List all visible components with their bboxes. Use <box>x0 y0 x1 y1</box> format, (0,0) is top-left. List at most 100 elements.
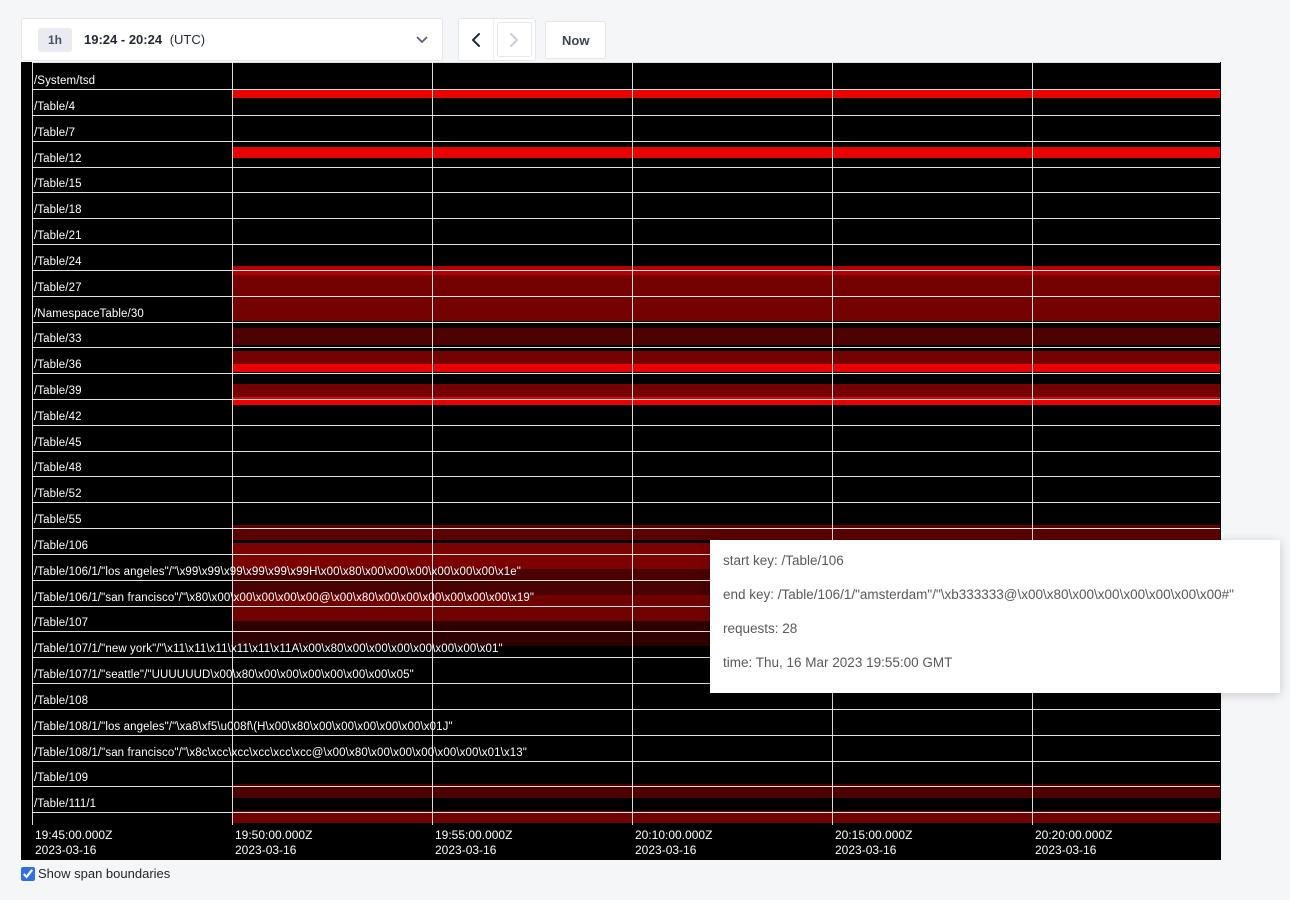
row-label: /Table/108/1/"san francisco"/"\x8c\xcc\x… <box>34 746 527 760</box>
row-label: /Table/55 <box>34 513 82 527</box>
x-axis-time: 19:50:00.000Z <box>235 828 312 843</box>
time-range-label: 19:24 - 20:24 (UTC) <box>84 32 205 47</box>
row-label: /Table/107 <box>34 616 88 630</box>
row-label: /Table/36 <box>34 358 82 372</box>
row-label: /Table/106 <box>34 539 88 553</box>
span-boundary-line <box>32 786 1220 787</box>
time-gridline <box>232 62 233 825</box>
span-boundary-line <box>32 347 1220 348</box>
span-boundary-line <box>32 373 1220 374</box>
heat-band <box>232 328 1220 345</box>
row-label: /Table/24 <box>34 255 82 269</box>
row-label: /Table/42 <box>34 410 82 424</box>
x-axis-date: 2023-03-16 <box>635 843 712 858</box>
span-boundary-line <box>32 89 1220 90</box>
x-axis-date: 2023-03-16 <box>835 843 912 858</box>
span-boundary-line <box>32 451 1220 452</box>
span-boundary-line <box>32 502 1220 503</box>
row-label: /System/tsd <box>34 74 95 88</box>
show-span-boundaries-checkbox[interactable] <box>21 867 35 881</box>
row-label: /Table/48 <box>34 461 82 475</box>
time-nav-group <box>458 18 536 61</box>
x-axis-label: 19:45:00.000Z2023-03-16 <box>35 828 112 858</box>
span-boundary-line <box>32 141 1220 142</box>
row-label: /Table/21 <box>34 229 82 243</box>
span-boundary-line <box>32 115 1220 116</box>
x-axis-time: 20:10:00.000Z <box>635 828 712 843</box>
span-boundary-line <box>32 62 1220 63</box>
heat-band <box>232 275 1220 321</box>
footer-controls: Show span boundaries <box>21 866 170 881</box>
tooltip-requests: requests: 28 <box>723 619 1267 639</box>
span-boundary-line <box>32 425 1220 426</box>
heat-band <box>232 89 1220 98</box>
span-boundary-line <box>32 761 1220 762</box>
span-boundary-line <box>32 167 1220 168</box>
row-label: /Table/18 <box>34 203 82 217</box>
time-gridline <box>432 62 433 825</box>
x-axis-time: 20:20:00.000Z <box>1035 828 1112 843</box>
heat-band <box>232 384 1220 397</box>
row-label: /Table/12 <box>34 152 82 166</box>
timezone-label: (UTC) <box>170 32 205 47</box>
row-label: /Table/52 <box>34 487 82 501</box>
chevron-down-icon <box>416 36 428 44</box>
row-label: /Table/106/1/"los angeles"/"\x99\x99\x99… <box>34 565 521 579</box>
chevron-left-icon <box>471 32 481 48</box>
row-label: /Table/45 <box>34 436 82 450</box>
span-boundary-line <box>32 270 1220 271</box>
hover-tooltip: start key: /Table/106 end key: /Table/10… <box>710 540 1280 693</box>
x-axis-label: 20:20:00.000Z2023-03-16 <box>1035 828 1112 858</box>
x-axis-time: 19:45:00.000Z <box>35 828 112 843</box>
heat-band <box>232 147 1220 158</box>
heat-band <box>232 351 1220 364</box>
left-boundary-line <box>32 62 33 825</box>
row-label: /Table/111/1 <box>34 797 96 811</box>
span-boundary-line <box>32 528 1220 529</box>
chevron-right-icon <box>509 32 519 48</box>
x-axis-date: 2023-03-16 <box>35 843 112 858</box>
span-boundary-line <box>32 244 1220 245</box>
row-label: /Table/108/1/"los angeles"/"\xa8\xf5\u00… <box>34 720 453 734</box>
x-axis-time: 19:55:00.000Z <box>435 828 512 843</box>
x-axis-label: 20:15:00.000Z2023-03-16 <box>835 828 912 858</box>
span-boundary-line <box>32 735 1220 736</box>
tooltip-start-key: start key: /Table/106 <box>723 551 1267 571</box>
row-label: /Table/15 <box>34 177 82 191</box>
span-boundary-line <box>32 296 1220 297</box>
tooltip-time: time: Thu, 16 Mar 2023 19:55:00 GMT <box>723 653 1267 673</box>
x-axis-label: 19:55:00.000Z2023-03-16 <box>435 828 512 858</box>
row-label: /Table/4 <box>34 100 75 114</box>
span-boundary-line <box>32 476 1220 477</box>
row-label: /Table/33 <box>34 332 82 346</box>
show-span-boundaries-label: Show span boundaries <box>38 866 170 881</box>
tooltip-end-key: end key: /Table/106/1/"amsterdam"/"\xb33… <box>723 585 1267 605</box>
span-boundary-line <box>32 399 1220 400</box>
row-label: /Table/39 <box>34 384 82 398</box>
row-label: /Table/107/1/"new york"/"\x11\x11\x11\x1… <box>34 642 503 656</box>
time-gridline <box>1032 62 1033 825</box>
heat-band <box>232 364 1220 372</box>
row-label: /Table/108 <box>34 694 88 708</box>
x-axis-time: 20:15:00.000Z <box>835 828 912 843</box>
x-axis-label: 19:50:00.000Z2023-03-16 <box>235 828 312 858</box>
row-label: /NamespaceTable/30 <box>34 307 144 321</box>
row-label: /Table/7 <box>34 126 75 140</box>
next-time-button[interactable] <box>497 22 533 57</box>
row-label: /Table/27 <box>34 281 82 295</box>
x-axis-date: 2023-03-16 <box>1035 843 1112 858</box>
x-axis-label: 20:10:00.000Z2023-03-16 <box>635 828 712 858</box>
row-label: /Table/109 <box>34 771 88 785</box>
key-visualizer-canvas[interactable]: /System/tsd/Table/4/Table/7/Table/12/Tab… <box>21 62 1221 860</box>
time-range-value: 19:24 - 20:24 <box>84 32 162 47</box>
duration-badge: 1h <box>38 28 72 52</box>
now-button[interactable]: Now <box>545 21 606 59</box>
span-boundary-line <box>32 709 1220 710</box>
x-axis-date: 2023-03-16 <box>435 843 512 858</box>
span-boundary-line <box>32 192 1220 193</box>
time-range-selector[interactable]: 1h 19:24 - 20:24 (UTC) <box>21 18 443 61</box>
span-boundary-line <box>32 322 1220 323</box>
span-boundary-line <box>32 218 1220 219</box>
time-gridline <box>832 62 833 825</box>
prev-time-button[interactable] <box>459 19 494 60</box>
